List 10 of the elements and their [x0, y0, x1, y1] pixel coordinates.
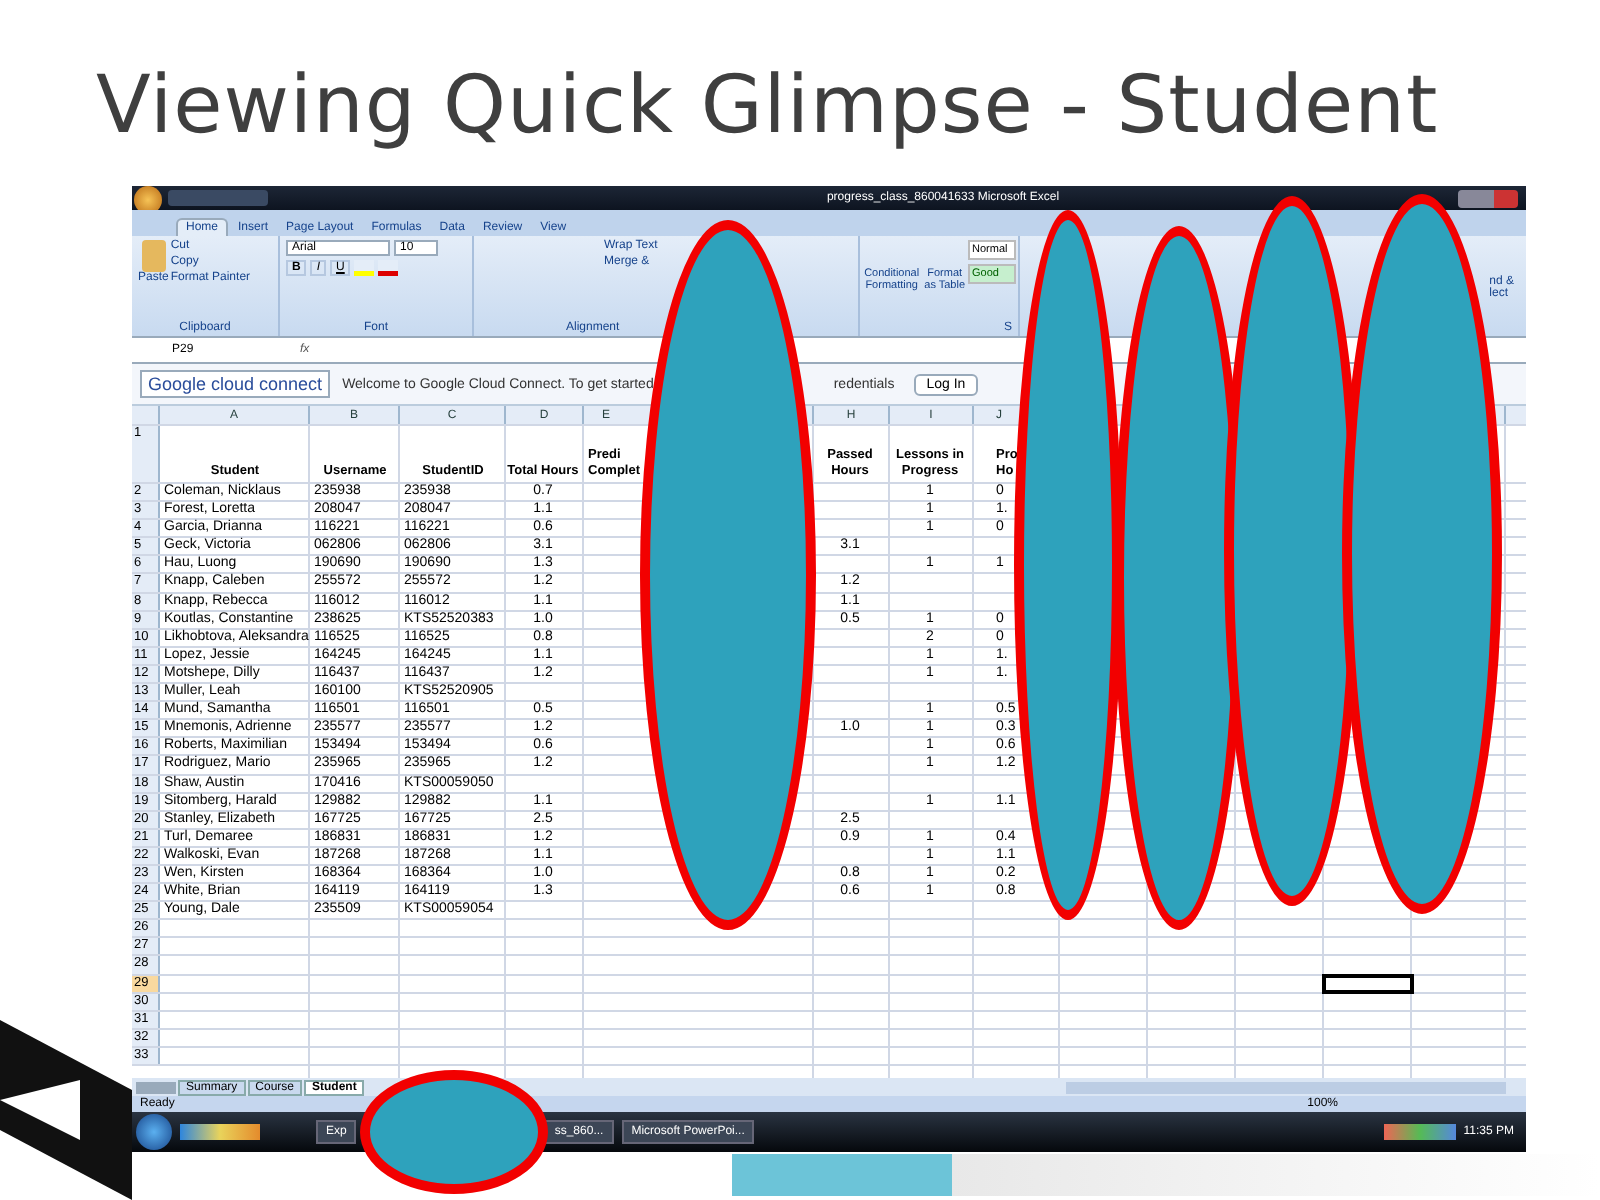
- tray-icon[interactable]: [1383, 1124, 1456, 1140]
- slide-title: Viewing Quick Glimpse - Student: [94, 58, 1441, 156]
- sheet-nav-icon[interactable]: [136, 1081, 176, 1093]
- window-controls-icon[interactable]: [1458, 189, 1518, 207]
- scrollbar[interactable]: [1066, 1081, 1506, 1093]
- brand-button[interactable]: Google cloud connect: [140, 370, 331, 398]
- selected-cell[interactable]: [1324, 975, 1412, 992]
- start-button[interactable]: [136, 1114, 172, 1150]
- font-color-icon[interactable]: [378, 260, 399, 276]
- fill-color-icon[interactable]: [354, 260, 375, 276]
